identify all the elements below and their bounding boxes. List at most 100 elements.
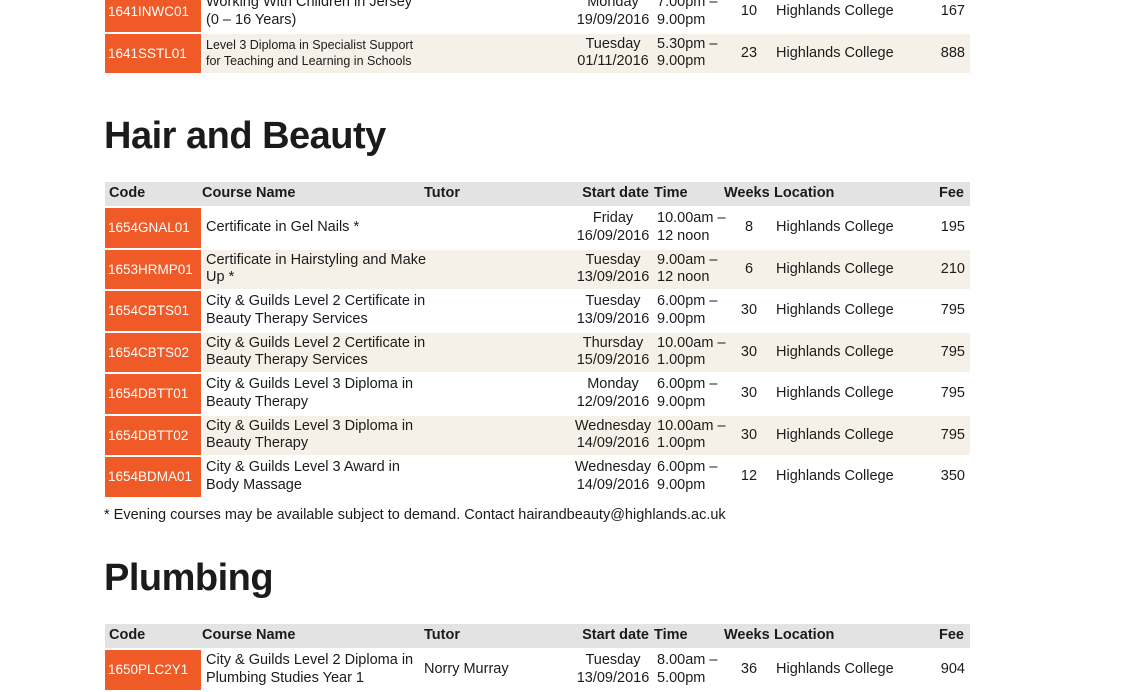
time-line: 5.00pm bbox=[657, 669, 706, 686]
weeks: 8 bbox=[724, 207, 774, 250]
hair-beauty-table-body: 1654GNAL01 Certificate in Gel Nails * Frid… bbox=[105, 207, 970, 499]
weeks: 30 bbox=[724, 331, 774, 374]
col-header-time: Time bbox=[654, 182, 724, 208]
start-date: Tuesday 13/09/2016 bbox=[572, 290, 654, 333]
course-code: 1653HRMP01 bbox=[105, 248, 203, 291]
course-code: 1650PLC2Y1 bbox=[105, 649, 203, 692]
start-date-line: 12/09/2016 bbox=[576, 393, 650, 410]
time-line: 9.00am – bbox=[657, 251, 718, 268]
course-name-line: City & Guilds Level 2 Certificate in bbox=[206, 293, 426, 310]
col-header-tutor: Tutor bbox=[424, 182, 572, 208]
table-row: 1641INWC01 Working With Children in Jerse… bbox=[105, 0, 970, 34]
time-line: 9.00pm bbox=[657, 476, 706, 493]
weeks: 12 bbox=[724, 456, 774, 499]
time-line: 1.00pm bbox=[657, 352, 706, 369]
tutor bbox=[424, 290, 572, 333]
time: 8.00am –5.00pm bbox=[654, 649, 724, 692]
hair-beauty-footnote: * Evening courses may be available subje… bbox=[104, 507, 726, 523]
start-date-line: Monday bbox=[587, 0, 639, 11]
weeks: 6 bbox=[724, 248, 774, 291]
course-code: 1654GNAL01 bbox=[105, 207, 203, 250]
start-date-line: 13/09/2016 bbox=[576, 269, 650, 286]
time-line: 9.00pm bbox=[657, 11, 706, 28]
tutor bbox=[424, 248, 572, 291]
fee: 888 bbox=[924, 32, 970, 75]
course-code: 1654CBTS02 bbox=[105, 331, 203, 374]
fee: 795 bbox=[924, 331, 970, 374]
tutor bbox=[424, 456, 572, 499]
col-header-location: Location bbox=[774, 182, 924, 208]
course-name: City & Guilds Level 2 Certificate in Beau… bbox=[202, 290, 426, 333]
course-code: 1641INWC01 bbox=[105, 0, 203, 34]
start-date-line: Tuesday bbox=[585, 293, 641, 310]
course-name: City & Guilds Level 3 Diploma in Beauty T… bbox=[202, 414, 424, 457]
col-header-course-name: Course Name bbox=[202, 624, 424, 650]
time-line: 12 noon bbox=[657, 269, 710, 286]
table-row: 1650PLC2Y1 City & Guilds Level 2 Diploma … bbox=[105, 649, 970, 692]
table-row: 1654DBTT01 City & Guilds Level 3 Diploma … bbox=[105, 373, 970, 416]
time-line: 6.00pm – bbox=[657, 293, 718, 310]
course-name-line: (0 – 16 Years) bbox=[206, 11, 297, 28]
location: Highlands College bbox=[774, 207, 924, 250]
start-date: Tuesday 13/09/2016 bbox=[572, 248, 654, 291]
course-name-line: Certificate in Hairstyling and Make bbox=[206, 251, 427, 268]
start-date-line: 16/09/2016 bbox=[576, 227, 650, 244]
col-header-start-date: Start date bbox=[572, 624, 654, 650]
time: 10.00am –1.00pm bbox=[654, 331, 726, 374]
fee: 795 bbox=[924, 414, 970, 457]
fee: 350 bbox=[924, 456, 970, 499]
course-name-line: Certificate in Gel Nails * bbox=[206, 219, 360, 235]
table-row: 1654CBTS02 City & Guilds Level 2 Certific… bbox=[105, 331, 970, 374]
fee: 167 bbox=[924, 0, 970, 34]
weeks: 36 bbox=[724, 649, 774, 692]
course-name: Certificate in Hairstyling and Make Up * bbox=[202, 248, 427, 291]
table-row: 1654CBTS01 City & Guilds Level 2 Certific… bbox=[105, 290, 970, 333]
time-line: 10.00am – bbox=[657, 334, 726, 351]
time: 5.30pm –9.00pm bbox=[654, 32, 724, 75]
start-date: Wednesday 14/09/2016 bbox=[572, 456, 654, 499]
course-name-line: for Teaching and Learning in Schools bbox=[206, 54, 412, 69]
course-name-line: Beauty Therapy Services bbox=[206, 352, 368, 369]
section-title-hair-beauty: Hair and Beauty bbox=[104, 115, 386, 157]
time-line: 9.00pm bbox=[657, 53, 706, 70]
time: 9.00am –12 noon bbox=[654, 248, 724, 291]
course-name-line: Body Massage bbox=[206, 476, 302, 493]
course-name-line: Working With Children in Jersey bbox=[206, 0, 413, 11]
table-row: 1654BDMA01 City & Guilds Level 3 Award in… bbox=[105, 456, 970, 499]
start-date-line: Wednesday bbox=[574, 459, 652, 476]
start-date-line: Tuesday bbox=[585, 652, 641, 669]
time-line: 9.00pm bbox=[657, 310, 706, 327]
weeks: 30 bbox=[724, 373, 774, 416]
time-line: 9.00pm bbox=[657, 393, 706, 410]
fee: 795 bbox=[924, 373, 970, 416]
time-line: 5.30pm – bbox=[657, 35, 718, 52]
location: Highlands College bbox=[774, 649, 924, 692]
section-title-plumbing: Plumbing bbox=[104, 557, 274, 599]
table-header-row: Code Course Name Tutor Start date Time W… bbox=[105, 182, 970, 208]
time-line: 7.00pm – bbox=[657, 0, 718, 11]
course-name-line: Beauty Therapy bbox=[206, 435, 309, 452]
time: 10.00am –1.00pm bbox=[654, 414, 726, 457]
start-date: Wednesday 14/09/2016 bbox=[572, 414, 654, 457]
start-date-line: Wednesday bbox=[574, 417, 652, 434]
table-row: 1654GNAL01 Certificate in Gel Nails * Frid… bbox=[105, 207, 970, 250]
weeks: 10 bbox=[724, 0, 774, 34]
location: Highlands College bbox=[774, 32, 924, 75]
tutor bbox=[424, 32, 572, 75]
fee: 210 bbox=[924, 248, 970, 291]
course-code: 1641SSTL01 bbox=[105, 32, 203, 75]
location: Highlands College bbox=[774, 248, 924, 291]
top-table-body: 1641INWC01 Working With Children in Jerse… bbox=[105, 0, 970, 75]
location: Highlands College bbox=[774, 373, 924, 416]
start-date: Friday 16/09/2016 bbox=[572, 207, 654, 250]
course-name-line: City & Guilds Level 3 Award in bbox=[206, 459, 400, 476]
course-name: Level 3 Diploma in Specialist Support for… bbox=[202, 32, 424, 75]
time: 10.00am –12 noon bbox=[654, 207, 726, 250]
col-header-fee: Fee bbox=[924, 182, 970, 208]
start-date-line: 13/09/2016 bbox=[576, 669, 650, 686]
col-header-weeks: Weeks bbox=[724, 624, 774, 650]
course-code: 1654DBTT02 bbox=[105, 414, 203, 457]
fee: 195 bbox=[924, 207, 970, 250]
start-date-line: 19/09/2016 bbox=[576, 11, 650, 28]
start-date: Monday 12/09/2016 bbox=[572, 373, 654, 416]
